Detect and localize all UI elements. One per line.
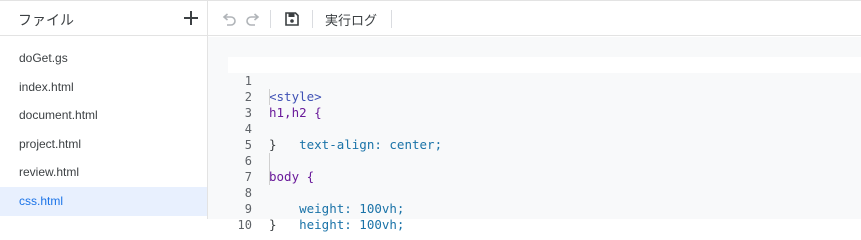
plus-icon — [184, 11, 198, 25]
indent-guide — [269, 89, 270, 105]
run-log-button[interactable]: 実行ログ — [325, 10, 377, 29]
sidebar-header: ファイル — [0, 0, 207, 36]
save-button[interactable] — [283, 10, 301, 28]
code-line: 9 } — [228, 185, 861, 232]
undo-button[interactable] — [220, 10, 238, 28]
redo-icon — [246, 13, 260, 26]
redo-button[interactable] — [244, 10, 262, 28]
file-list: doGet.gs index.html document.html projec… — [0, 44, 207, 216]
file-item-doget-gs[interactable]: doGet.gs — [0, 44, 207, 73]
sidebar-title: ファイル — [18, 12, 74, 28]
file-item-review-html[interactable]: review.html — [0, 158, 207, 187]
editor-toolbar: 実行ログ — [208, 0, 861, 36]
file-item-index-html[interactable]: index.html — [0, 73, 207, 102]
code-line: 2 h1,h2 { — [228, 73, 861, 120]
code-line: 7 weight: 100vh; — [228, 153, 861, 216]
code-line: 1 <style> — [228, 57, 861, 104]
toolbar-divider — [270, 10, 271, 28]
code-line: 5 — [228, 121, 861, 152]
code-line: 6 body { — [228, 137, 861, 184]
toolbar-divider — [312, 10, 313, 28]
indent-guide — [269, 153, 270, 169]
code-line: 4 } — [228, 105, 861, 152]
add-file-button[interactable] — [180, 6, 202, 30]
line-number: 10 — [237, 218, 252, 232]
save-icon — [285, 12, 299, 26]
toolbar-divider — [391, 10, 392, 28]
undo-icon — [222, 13, 236, 26]
code-editor[interactable]: 1 <style> 2 h1,h2 { 3 text-align: center… — [208, 37, 861, 232]
file-item-project-html[interactable]: project.html — [0, 130, 207, 159]
file-sidebar: ファイル doGet.gs index.html document.html p… — [0, 0, 208, 219]
code-line: 3 text-align: center; — [228, 89, 861, 152]
line-code: height: 100vh; — [269, 217, 405, 232]
file-item-css-html[interactable]: css.html — [0, 186, 207, 216]
code-line: 10 — [228, 201, 861, 232]
code-area[interactable]: 1 <style> 2 h1,h2 { 3 text-align: center… — [228, 57, 861, 232]
code-line: 8 height: 100vh; — [228, 169, 861, 232]
indent-guide — [269, 169, 270, 185]
file-item-document-html[interactable]: document.html — [0, 101, 207, 130]
